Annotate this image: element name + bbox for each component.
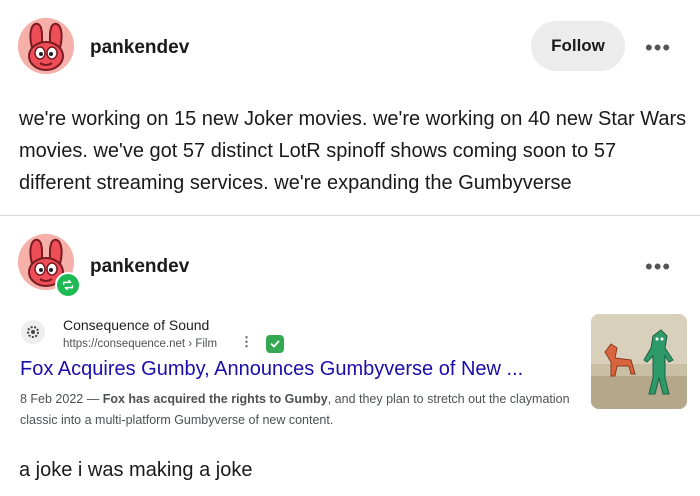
verified-check-icon xyxy=(266,335,284,353)
result-menu-icon[interactable]: ⋮ xyxy=(240,334,253,350)
post-username[interactable]: pankendev xyxy=(90,37,189,59)
reblog-reply-text: a joke i was making a joke xyxy=(19,459,253,481)
more-options-icon[interactable]: ••• xyxy=(645,35,671,61)
result-title-link[interactable]: Fox Acquires Gumby, Announces Gumbyverse… xyxy=(20,358,523,381)
reblog-icon xyxy=(55,272,81,298)
result-site-url[interactable]: https://consequence.net › Film xyxy=(63,338,217,350)
divider xyxy=(0,215,700,216)
bunny-avatar-icon xyxy=(18,18,74,74)
gumby-thumbnail-image xyxy=(591,314,687,409)
avatar[interactable] xyxy=(18,18,74,74)
result-date: 8 Feb 2022 — xyxy=(20,392,103,406)
site-favicon-icon xyxy=(21,320,45,344)
reblog-username[interactable]: pankendev xyxy=(90,256,189,278)
reblog-more-options-icon[interactable]: ••• xyxy=(645,254,671,280)
result-snippet-bold: Fox has acquired the rights to Gumby xyxy=(102,392,328,406)
result-site-name[interactable]: Consequence of Sound xyxy=(63,317,209,333)
post-container: pankendev Follow ••• we're working on 15… xyxy=(0,0,700,496)
result-thumbnail[interactable] xyxy=(591,314,687,409)
follow-button[interactable]: Follow xyxy=(531,21,625,71)
post-body-text: we're working on 15 new Joker movies. we… xyxy=(19,108,687,194)
result-snippet: 8 Feb 2022 — Fox has acquired the rights… xyxy=(20,389,575,431)
